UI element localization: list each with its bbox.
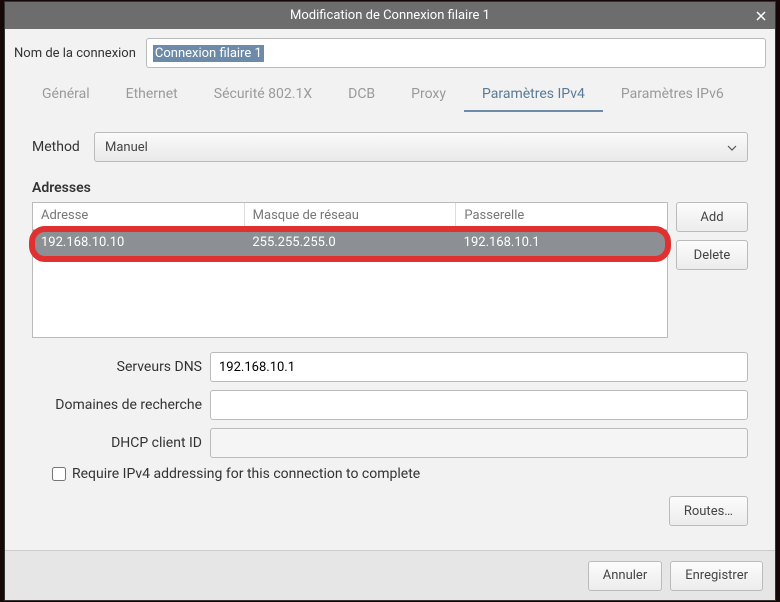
dns-input[interactable] <box>210 352 748 382</box>
tab-ipv6[interactable]: Paramètres IPv6 <box>603 78 742 112</box>
routes-button[interactable]: Routes… <box>669 496 748 526</box>
cancel-button[interactable]: Annuler <box>588 561 662 591</box>
add-button[interactable]: Add <box>676 202 748 232</box>
col-gateway: Passerelle <box>456 203 667 229</box>
connection-edit-dialog: Modification de Connexion filaire 1 Nom … <box>4 1 776 601</box>
tab-general[interactable]: Général <box>24 78 108 112</box>
tab-dcb[interactable]: DCB <box>330 78 393 112</box>
addresses-label: Adresses <box>32 180 748 196</box>
address-row[interactable]: 192.168.10.10 255.255.255.0 192.168.10.1 <box>33 230 667 257</box>
save-button[interactable]: Enregistrer <box>670 561 763 591</box>
col-address: Adresse <box>33 203 245 229</box>
connection-name-label: Nom de la connexion <box>14 46 136 61</box>
dialog-footer: Annuler Enregistrer <box>5 550 775 600</box>
connection-name-input[interactable]: Connexion filaire 1 <box>146 38 766 68</box>
dhcp-client-id-label: DHCP client ID <box>32 435 202 451</box>
dns-label: Serveurs DNS <box>32 359 202 375</box>
method-select[interactable]: Manuel <box>94 132 748 162</box>
method-label: Method <box>32 139 84 155</box>
require-ipv4-label: Require IPv4 addressing for this connect… <box>72 466 420 482</box>
addresses-table[interactable]: Adresse Masque de réseau Passerelle 192.… <box>32 202 668 338</box>
delete-button[interactable]: Delete <box>676 240 748 270</box>
method-row: Method Manuel <box>32 132 748 162</box>
tab-ipv4[interactable]: Paramètres IPv4 <box>464 78 603 112</box>
window-title: Modification de Connexion filaire 1 <box>5 8 775 23</box>
cell-address: 192.168.10.10 <box>33 230 244 257</box>
connection-name-row: Nom de la connexion Connexion filaire 1 <box>14 38 766 68</box>
close-icon <box>756 11 766 21</box>
tab-ethernet[interactable]: Ethernet <box>108 78 196 112</box>
col-netmask: Masque de réseau <box>245 203 457 229</box>
search-domains-label: Domaines de recherche <box>32 397 202 413</box>
titlebar: Modification de Connexion filaire 1 <box>5 2 775 29</box>
tab-proxy[interactable]: Proxy <box>393 78 464 112</box>
connection-name-value: Connexion filaire 1 <box>153 45 264 62</box>
cell-netmask: 255.255.255.0 <box>244 230 455 257</box>
close-button[interactable] <box>747 2 775 29</box>
search-domains-input[interactable] <box>210 390 748 420</box>
dhcp-client-id-input[interactable] <box>210 428 748 458</box>
method-value: Manuel <box>105 140 148 155</box>
tabs: Général Ethernet Sécurité 802.1X DCB Pro… <box>14 78 766 112</box>
cell-gateway: 192.168.10.1 <box>456 230 667 257</box>
chevron-down-icon <box>727 140 737 155</box>
addresses-header: Adresse Masque de réseau Passerelle <box>33 203 667 230</box>
tab-security[interactable]: Sécurité 802.1X <box>196 78 330 112</box>
require-ipv4-checkbox[interactable] <box>52 467 66 481</box>
